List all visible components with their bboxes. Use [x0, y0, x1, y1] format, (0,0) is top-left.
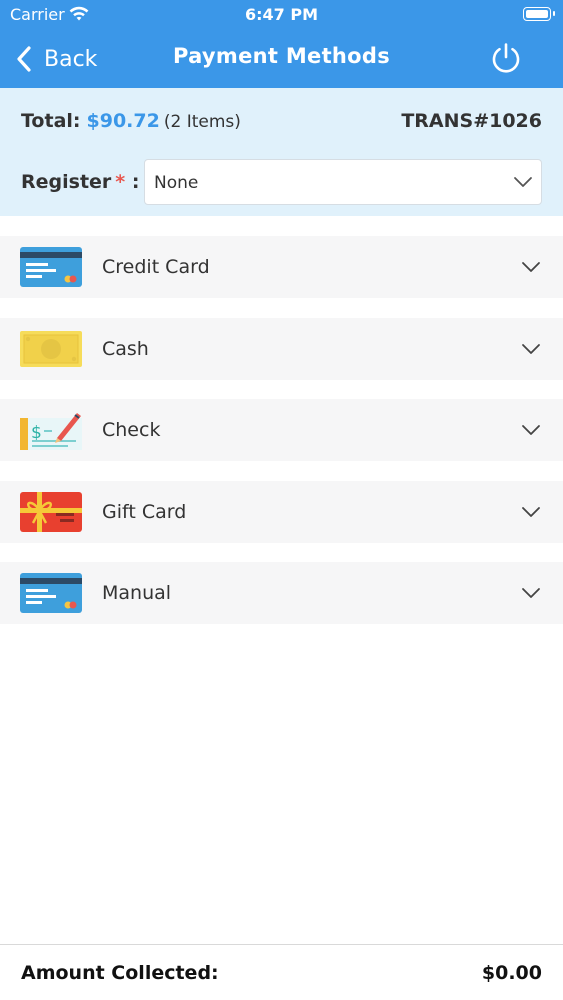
amount-collected-value: $0.00 [481, 962, 542, 984]
item-count: (2 Items) [163, 112, 241, 132]
credit-card-icon [20, 247, 82, 287]
transaction-number: TRANS#1026 [401, 110, 542, 132]
register-label-text: Register [21, 171, 112, 193]
order-summary: Total: $90.72 (2 Items) TRANS#1026 Registe… [0, 88, 563, 216]
cash-icon [20, 330, 82, 367]
register-label: Register * : [21, 171, 139, 193]
payment-method-cash[interactable]: Cash [0, 317, 563, 380]
amount-collected-label: Amount Collected: [21, 962, 219, 984]
chevron-down-icon [514, 177, 532, 187]
payment-method-credit-card[interactable]: Credit Card [0, 236, 563, 298]
chevron-down-icon [522, 343, 540, 354]
power-icon[interactable] [489, 41, 523, 75]
register-select[interactable]: None [144, 159, 542, 205]
chevron-down-icon [522, 262, 540, 272]
navigation-bar: Back Payment Methods [0, 30, 563, 88]
status-bar: Carrier 6:47 PM [0, 0, 563, 30]
method-label: Gift Card [102, 500, 187, 523]
payment-method-list: Credit Card Cash $ Check Gift Card Manua… [0, 236, 563, 644]
status-time: 6:47 PM [244, 5, 318, 24]
chevron-down-icon [522, 425, 540, 435]
battery-icon [523, 7, 555, 21]
chevron-down-icon [522, 588, 540, 598]
method-label: Cash [102, 337, 149, 360]
gift-card-icon [20, 491, 82, 532]
method-label: Credit Card [102, 256, 210, 278]
order-total: Total: $90.72 (2 Items) [21, 110, 241, 132]
total-label: Total: [21, 110, 81, 132]
required-marker: * [115, 171, 126, 193]
page-title: Payment Methods [172, 44, 391, 68]
register-value: None [154, 173, 199, 193]
payment-method-gift-card[interactable]: Gift Card [0, 480, 563, 543]
method-label: Check [102, 419, 161, 441]
payment-method-check[interactable]: $ Check [0, 399, 563, 461]
total-amount: $90.72 [86, 110, 160, 132]
method-label: Manual [102, 582, 172, 604]
chevron-down-icon [522, 506, 540, 517]
manual-card-icon [20, 573, 82, 613]
amount-collected-bar: Amount Collected: $0.00 [0, 944, 563, 1000]
register-colon: : [131, 171, 140, 193]
payment-method-manual[interactable]: Manual [0, 562, 563, 624]
check-icon: $ [20, 413, 82, 450]
